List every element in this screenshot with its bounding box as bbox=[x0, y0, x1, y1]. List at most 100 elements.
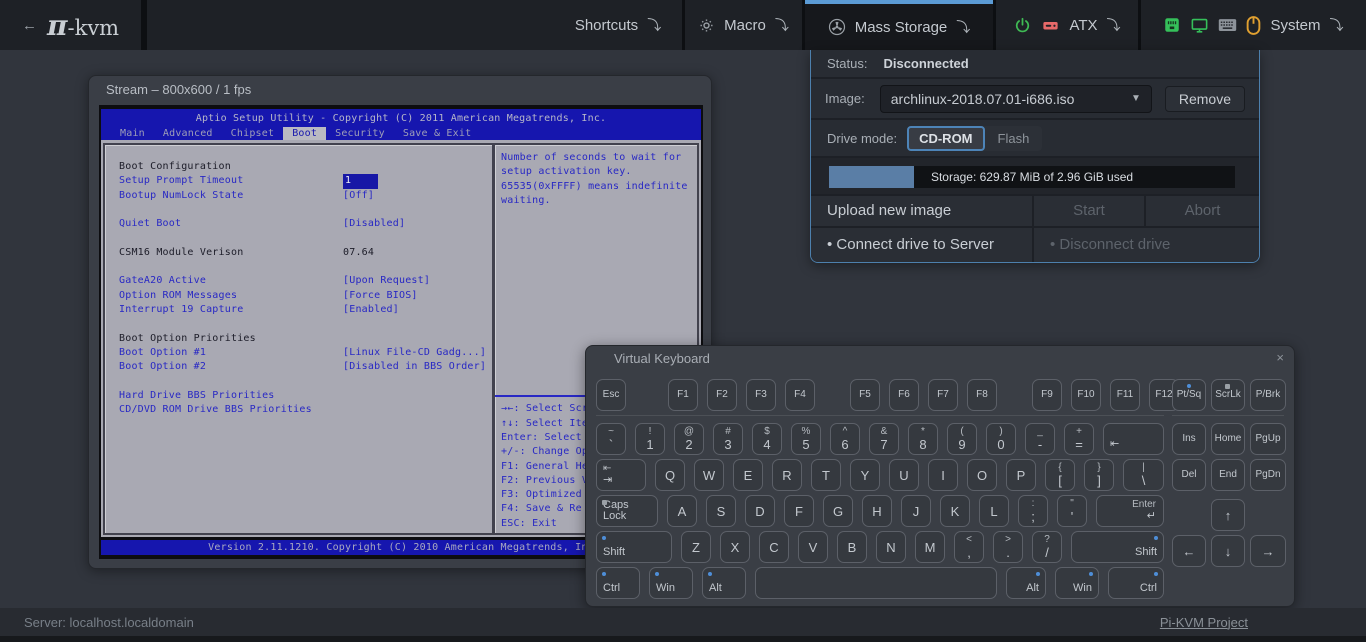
key-delete[interactable]: Del bbox=[1172, 459, 1206, 491]
back-arrow-icon[interactable]: ← bbox=[22, 17, 37, 34]
key-5[interactable]: %5 bbox=[791, 423, 821, 455]
nav-shortcuts[interactable]: Shortcuts ⤵ bbox=[554, 0, 682, 50]
key-arrow-left[interactable]: ← bbox=[1172, 535, 1206, 567]
key-alt-left[interactable]: Alt bbox=[702, 567, 746, 599]
key-3[interactable]: #3 bbox=[713, 423, 743, 455]
key-arrow-up[interactable]: ↑ bbox=[1211, 499, 1245, 531]
key-c[interactable]: C bbox=[759, 531, 789, 563]
key-h[interactable]: H bbox=[862, 495, 892, 527]
key-print-screen[interactable]: Pt/Sq bbox=[1172, 379, 1206, 411]
key-insert[interactable]: Ins bbox=[1172, 423, 1206, 455]
key-pgdn[interactable]: PgDn bbox=[1250, 459, 1286, 491]
key-9[interactable]: (9 bbox=[947, 423, 977, 455]
key-end[interactable]: End bbox=[1211, 459, 1245, 491]
key-z[interactable]: Z bbox=[681, 531, 711, 563]
key-2[interactable]: @2 bbox=[674, 423, 704, 455]
key-pgup[interactable]: PgUp bbox=[1250, 423, 1286, 455]
key-y[interactable]: Y bbox=[850, 459, 880, 491]
key-home[interactable]: Home bbox=[1211, 423, 1245, 455]
key-quote[interactable]: "' bbox=[1057, 495, 1087, 527]
key-k[interactable]: K bbox=[940, 495, 970, 527]
mode-cdrom-option[interactable]: CD-ROM bbox=[907, 126, 984, 151]
key-capslock[interactable]: Caps Lock bbox=[596, 495, 658, 527]
abort-button[interactable]: Abort bbox=[1144, 196, 1259, 226]
key-o[interactable]: O bbox=[967, 459, 997, 491]
image-select[interactable]: archlinux-2018.07.01-i686.iso ▼ bbox=[880, 85, 1152, 113]
key-b[interactable]: B bbox=[837, 531, 867, 563]
key-j[interactable]: J bbox=[901, 495, 931, 527]
key-backslash[interactable]: |\ bbox=[1123, 459, 1164, 491]
key-equal[interactable]: += bbox=[1064, 423, 1094, 455]
key-f11[interactable]: F11 bbox=[1110, 379, 1140, 411]
remove-button[interactable]: Remove bbox=[1165, 86, 1245, 112]
key-4[interactable]: $4 bbox=[752, 423, 782, 455]
key-bracket-left[interactable]: {[ bbox=[1045, 459, 1075, 491]
key-f7[interactable]: F7 bbox=[928, 379, 958, 411]
key-semicolon[interactable]: :; bbox=[1018, 495, 1048, 527]
key-f10[interactable]: F10 bbox=[1071, 379, 1101, 411]
key-t[interactable]: T bbox=[811, 459, 841, 491]
key-backquote[interactable]: ~` bbox=[596, 423, 626, 455]
start-button[interactable]: Start bbox=[1032, 196, 1144, 226]
mode-flash-option[interactable]: Flash bbox=[985, 126, 1043, 151]
key-7[interactable]: &7 bbox=[869, 423, 899, 455]
key-enter[interactable]: Enter↵ bbox=[1096, 495, 1164, 527]
key-slash[interactable]: ?/ bbox=[1032, 531, 1062, 563]
key-r[interactable]: R bbox=[772, 459, 802, 491]
key-v[interactable]: V bbox=[798, 531, 828, 563]
key-period[interactable]: >. bbox=[993, 531, 1023, 563]
key-f2[interactable]: F2 bbox=[707, 379, 737, 411]
key-tab[interactable]: ⇤⇥ bbox=[596, 459, 646, 491]
key-minus[interactable]: _- bbox=[1025, 423, 1055, 455]
stream-window-titlebar[interactable]: Stream – 800x600 / 1 fps bbox=[89, 76, 711, 103]
connect-drive-button[interactable]: • Connect drive to Server bbox=[811, 228, 1032, 262]
key-ctrl-left[interactable]: Ctrl bbox=[596, 567, 640, 599]
logo[interactable]: ← π-kvm bbox=[0, 0, 144, 50]
key-pause-break[interactable]: P/Brk bbox=[1250, 379, 1286, 411]
nav-atx[interactable]: ATX ⤵ bbox=[996, 0, 1138, 50]
pikvm-project-link[interactable]: Pi-KVM Project bbox=[1160, 615, 1248, 630]
key-u[interactable]: U bbox=[889, 459, 919, 491]
key-shift-left[interactable]: Shift bbox=[596, 531, 672, 563]
key-d[interactable]: D bbox=[745, 495, 775, 527]
key-alt-right[interactable]: Alt bbox=[1006, 567, 1046, 599]
key-x[interactable]: X bbox=[720, 531, 750, 563]
key-bracket-right[interactable]: }] bbox=[1084, 459, 1114, 491]
key-m[interactable]: M bbox=[915, 531, 945, 563]
key-l[interactable]: L bbox=[979, 495, 1009, 527]
key-0[interactable]: )0 bbox=[986, 423, 1016, 455]
disconnect-drive-button[interactable]: • Disconnect drive bbox=[1032, 228, 1259, 262]
key-shift-right[interactable]: Shift bbox=[1071, 531, 1164, 563]
key-esc[interactable]: Esc bbox=[596, 379, 626, 411]
key-win-left[interactable]: Win bbox=[649, 567, 693, 599]
key-s[interactable]: S bbox=[706, 495, 736, 527]
key-backspace[interactable]: ⇤ bbox=[1103, 423, 1164, 455]
key-g[interactable]: G bbox=[823, 495, 853, 527]
key-i[interactable]: I bbox=[928, 459, 958, 491]
key-ctrl-right[interactable]: Ctrl bbox=[1108, 567, 1164, 599]
nav-system[interactable]: System ⤵ bbox=[1141, 0, 1366, 50]
key-e[interactable]: E bbox=[733, 459, 763, 491]
key-win-right[interactable]: Win bbox=[1055, 567, 1099, 599]
key-space[interactable] bbox=[755, 567, 997, 599]
upload-new-image-button[interactable]: Upload new image bbox=[811, 196, 1032, 226]
close-icon[interactable]: × bbox=[1276, 350, 1284, 365]
virtual-keyboard-titlebar[interactable]: Virtual Keyboard bbox=[586, 346, 1294, 366]
key-1[interactable]: !1 bbox=[635, 423, 665, 455]
key-f4[interactable]: F4 bbox=[785, 379, 815, 411]
key-arrow-down[interactable]: ↓ bbox=[1211, 535, 1245, 567]
key-f6[interactable]: F6 bbox=[889, 379, 919, 411]
key-f5[interactable]: F5 bbox=[850, 379, 880, 411]
key-comma[interactable]: <, bbox=[954, 531, 984, 563]
key-f1[interactable]: F1 bbox=[668, 379, 698, 411]
key-f8[interactable]: F8 bbox=[967, 379, 997, 411]
key-a[interactable]: A bbox=[667, 495, 697, 527]
key-scroll-lock[interactable]: ScrLk bbox=[1211, 379, 1245, 411]
key-f9[interactable]: F9 bbox=[1032, 379, 1062, 411]
key-w[interactable]: W bbox=[694, 459, 724, 491]
key-f[interactable]: F bbox=[784, 495, 814, 527]
key-p[interactable]: P bbox=[1006, 459, 1036, 491]
nav-mass-storage[interactable]: Mass Storage ⤵ bbox=[805, 0, 993, 50]
key-q[interactable]: Q bbox=[655, 459, 685, 491]
key-n[interactable]: N bbox=[876, 531, 906, 563]
